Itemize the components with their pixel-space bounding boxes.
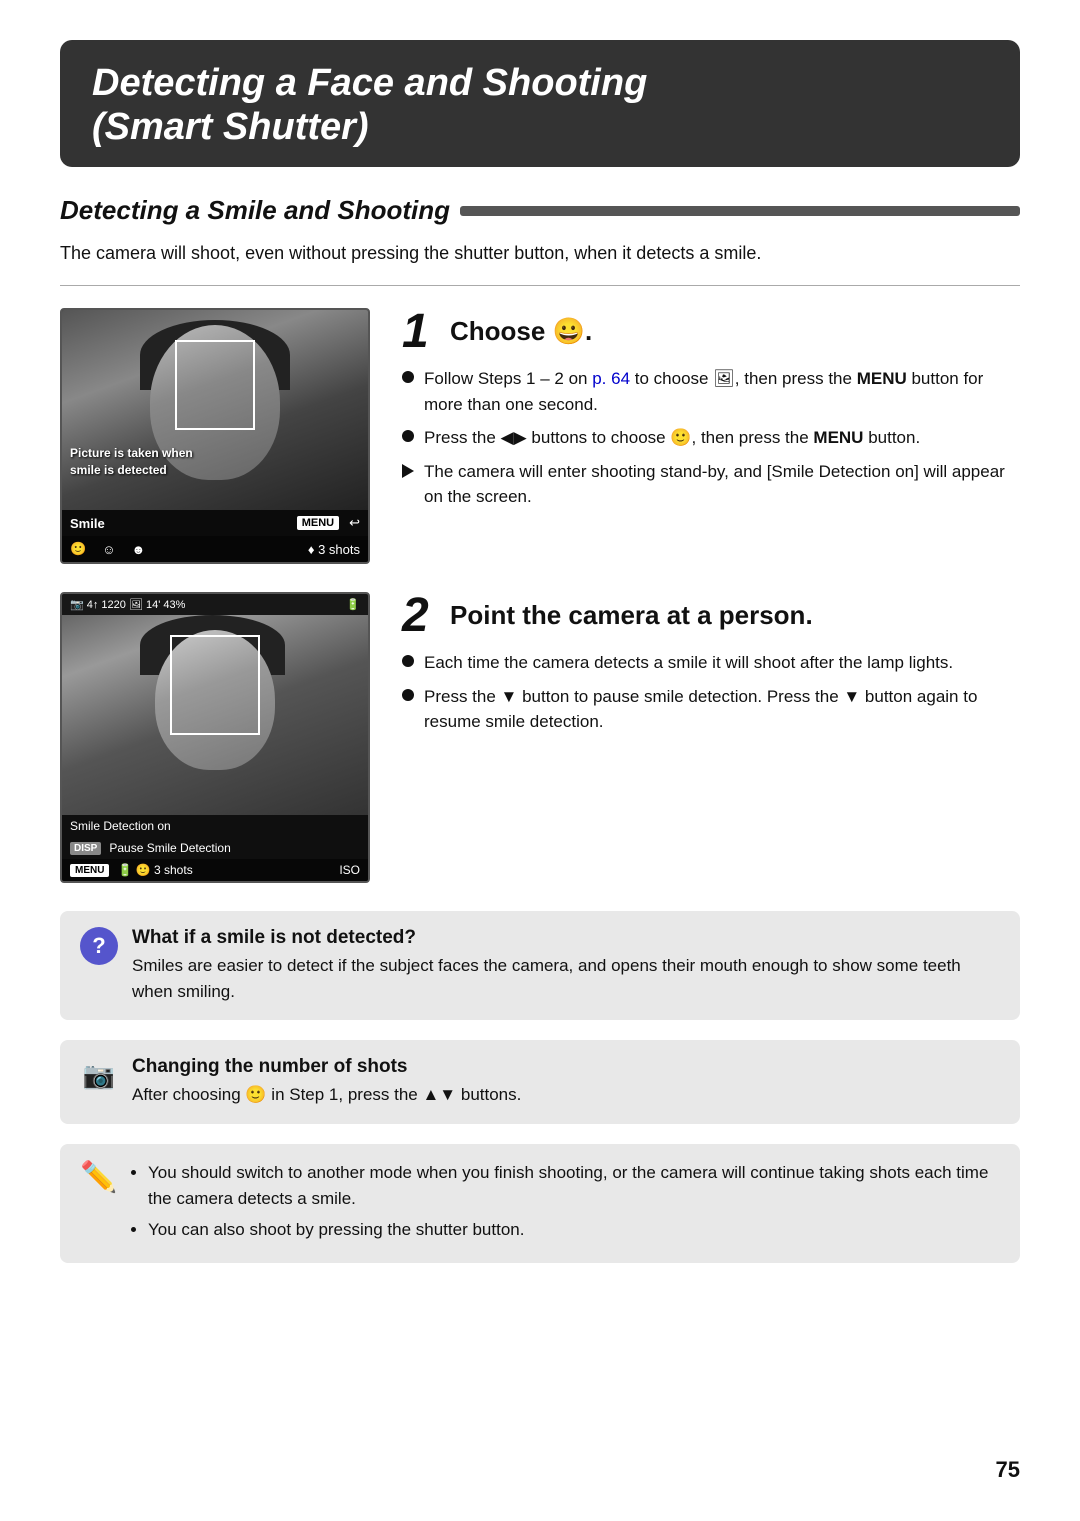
title-block: Detecting a Face and Shooting (Smart Shu… [60, 40, 1020, 167]
page-link[interactable]: p. 64 [592, 369, 630, 388]
step1-bottom-bar: Smile MENU ↩ [62, 510, 368, 536]
qa-title: What if a smile is not detected? [132, 927, 1000, 949]
step2-bullet-1-text: Each time the camera detects a smile it … [424, 650, 953, 676]
note-box: ✏️ You should switch to another mode whe… [60, 1144, 1020, 1263]
step2-content: 2 Point the camera at a person. Each tim… [402, 592, 1020, 743]
section-heading-bar [460, 206, 1020, 216]
step1-bullets: Follow Steps 1 – 2 on p. 64 to choose 🖼,… [402, 366, 1020, 510]
step1-image: Picture is taken whensmile is detected S… [60, 308, 370, 564]
page: Detecting a Face and Shooting (Smart Shu… [0, 0, 1080, 1521]
disp-pause-row: DISP Pause Smile Detection [62, 837, 368, 859]
qa-content: What if a smile is not detected? Smiles … [132, 927, 1000, 1004]
step1-bullet-2-text: Press the ◀▶ buttons to choose 🙂, then p… [424, 425, 920, 451]
top-bar-left: 📷 4↑ 1220 🖼 14' 43% [70, 598, 185, 611]
step2-bullet-1: Each time the camera detects a smile it … [402, 650, 1020, 676]
step2-bullets: Each time the camera detects a smile it … [402, 650, 1020, 735]
step2-bullet-2: Press the ▼ button to pause smile detect… [402, 684, 1020, 735]
pause-text: Pause Smile Detection [109, 841, 230, 855]
intro-text: The camera will shoot, even without pres… [60, 240, 1020, 267]
tip-box: 📷 Changing the number of shots After cho… [60, 1040, 1020, 1124]
step2-row: 📷 4↑ 1220 🖼 14' 43% 🔋 Smile Detection on… [60, 592, 1020, 883]
smile-mode-icon3: ☻ [131, 542, 145, 557]
smile-mode-icon: 🙂 [70, 541, 86, 557]
camera-icon: 📷 [80, 1056, 118, 1094]
page-title: Detecting a Face and Shooting (Smart Shu… [92, 62, 988, 149]
note-item-2: You can also shoot by pressing the shutt… [148, 1217, 1000, 1243]
step2-bottom-bar: Smile Detection on DISP Pause Smile Dete… [62, 815, 368, 881]
note-icon: ✏️ [80, 1160, 116, 1195]
tip-content: Changing the number of shots After choos… [132, 1056, 521, 1108]
step2-bullet-2-text: Press the ▼ button to pause smile detect… [424, 684, 1020, 735]
page-number: 75 [996, 1457, 1020, 1483]
step2-top-bar: 📷 4↑ 1220 🖼 14' 43% 🔋 [62, 594, 368, 615]
menu-shots-row: MENU 🔋 🙂 3 shots ISO [62, 859, 368, 881]
bullet-circle [402, 430, 414, 442]
divider [60, 285, 1020, 286]
step1-bullet-3-text: The camera will enter shooting stand-by,… [424, 459, 1020, 510]
step1-bullet-2: Press the ◀▶ buttons to choose 🙂, then p… [402, 425, 1020, 451]
disp-icon: DISP [70, 842, 101, 855]
qa-text: Smiles are easier to detect if the subje… [132, 953, 1000, 1004]
step1-bullet-1-text: Follow Steps 1 – 2 on p. 64 to choose 🖼,… [424, 366, 1020, 417]
menu-icon: MENU [297, 516, 339, 530]
step1-bullet-1: Follow Steps 1 – 2 on p. 64 to choose 🖼,… [402, 366, 1020, 417]
icons-row: 🔋 🙂 3 shots [117, 863, 192, 877]
bullet-circle-2a [402, 655, 414, 667]
question-icon: ? [80, 927, 118, 965]
bullet-circle-2b [402, 689, 414, 701]
step1-title: Choose 😀. [450, 308, 592, 347]
menu-icon-2: MENU [70, 864, 109, 877]
smile-mode-icon2: ☺ [102, 542, 115, 557]
note-bullets: You should switch to another mode when y… [130, 1160, 1000, 1247]
step2-number: 2 [402, 592, 438, 640]
step1-icons-bar: 🙂 ☺ ☻ ♦ 3 shots [62, 536, 368, 562]
step2-image: 📷 4↑ 1220 🖼 14' 43% 🔋 Smile Detection on… [60, 592, 370, 883]
section-title: Detecting a Smile and Shooting [60, 195, 450, 226]
shots-label: ♦ 3 shots [308, 542, 360, 557]
step1-bullet-3: The camera will enter shooting stand-by,… [402, 459, 1020, 510]
step2-number-row: 2 Point the camera at a person. [402, 592, 1020, 640]
screen-overlay-text-1: Picture is taken whensmile is detected [70, 445, 193, 479]
smile-detection-label: Smile Detection on [62, 815, 368, 837]
qa-box: ? What if a smile is not detected? Smile… [60, 911, 1020, 1020]
tip-title: Changing the number of shots [132, 1056, 521, 1078]
top-bar-right: 🔋 [346, 598, 360, 611]
step1-number: 1 [402, 308, 438, 356]
step2-screen [62, 615, 368, 815]
bullet-circle [402, 371, 414, 383]
tip-text: After choosing 🙂 in Step 1, press the ▲▼… [132, 1082, 521, 1108]
step1-row: Picture is taken whensmile is detected S… [60, 308, 1020, 564]
smile-detection-text: Smile Detection on [70, 819, 171, 833]
bullet-arrow [402, 464, 414, 478]
face-rect-1 [175, 340, 255, 430]
section-heading: Detecting a Smile and Shooting [60, 195, 1020, 226]
step2-title: Point the camera at a person. [450, 592, 813, 631]
step1-number-row: 1 Choose 😀. [402, 308, 1020, 356]
iso-label: ISO [339, 863, 360, 877]
note-item-1: You should switch to another mode when y… [148, 1160, 1000, 1213]
step1-screen: Picture is taken whensmile is detected [62, 310, 368, 510]
step1-content: 1 Choose 😀. Follow Steps 1 – 2 on p. 64 … [402, 308, 1020, 518]
smile-label: Smile [70, 516, 105, 531]
face-rect-2 [170, 635, 260, 735]
return-icon: ↩ [349, 515, 360, 531]
